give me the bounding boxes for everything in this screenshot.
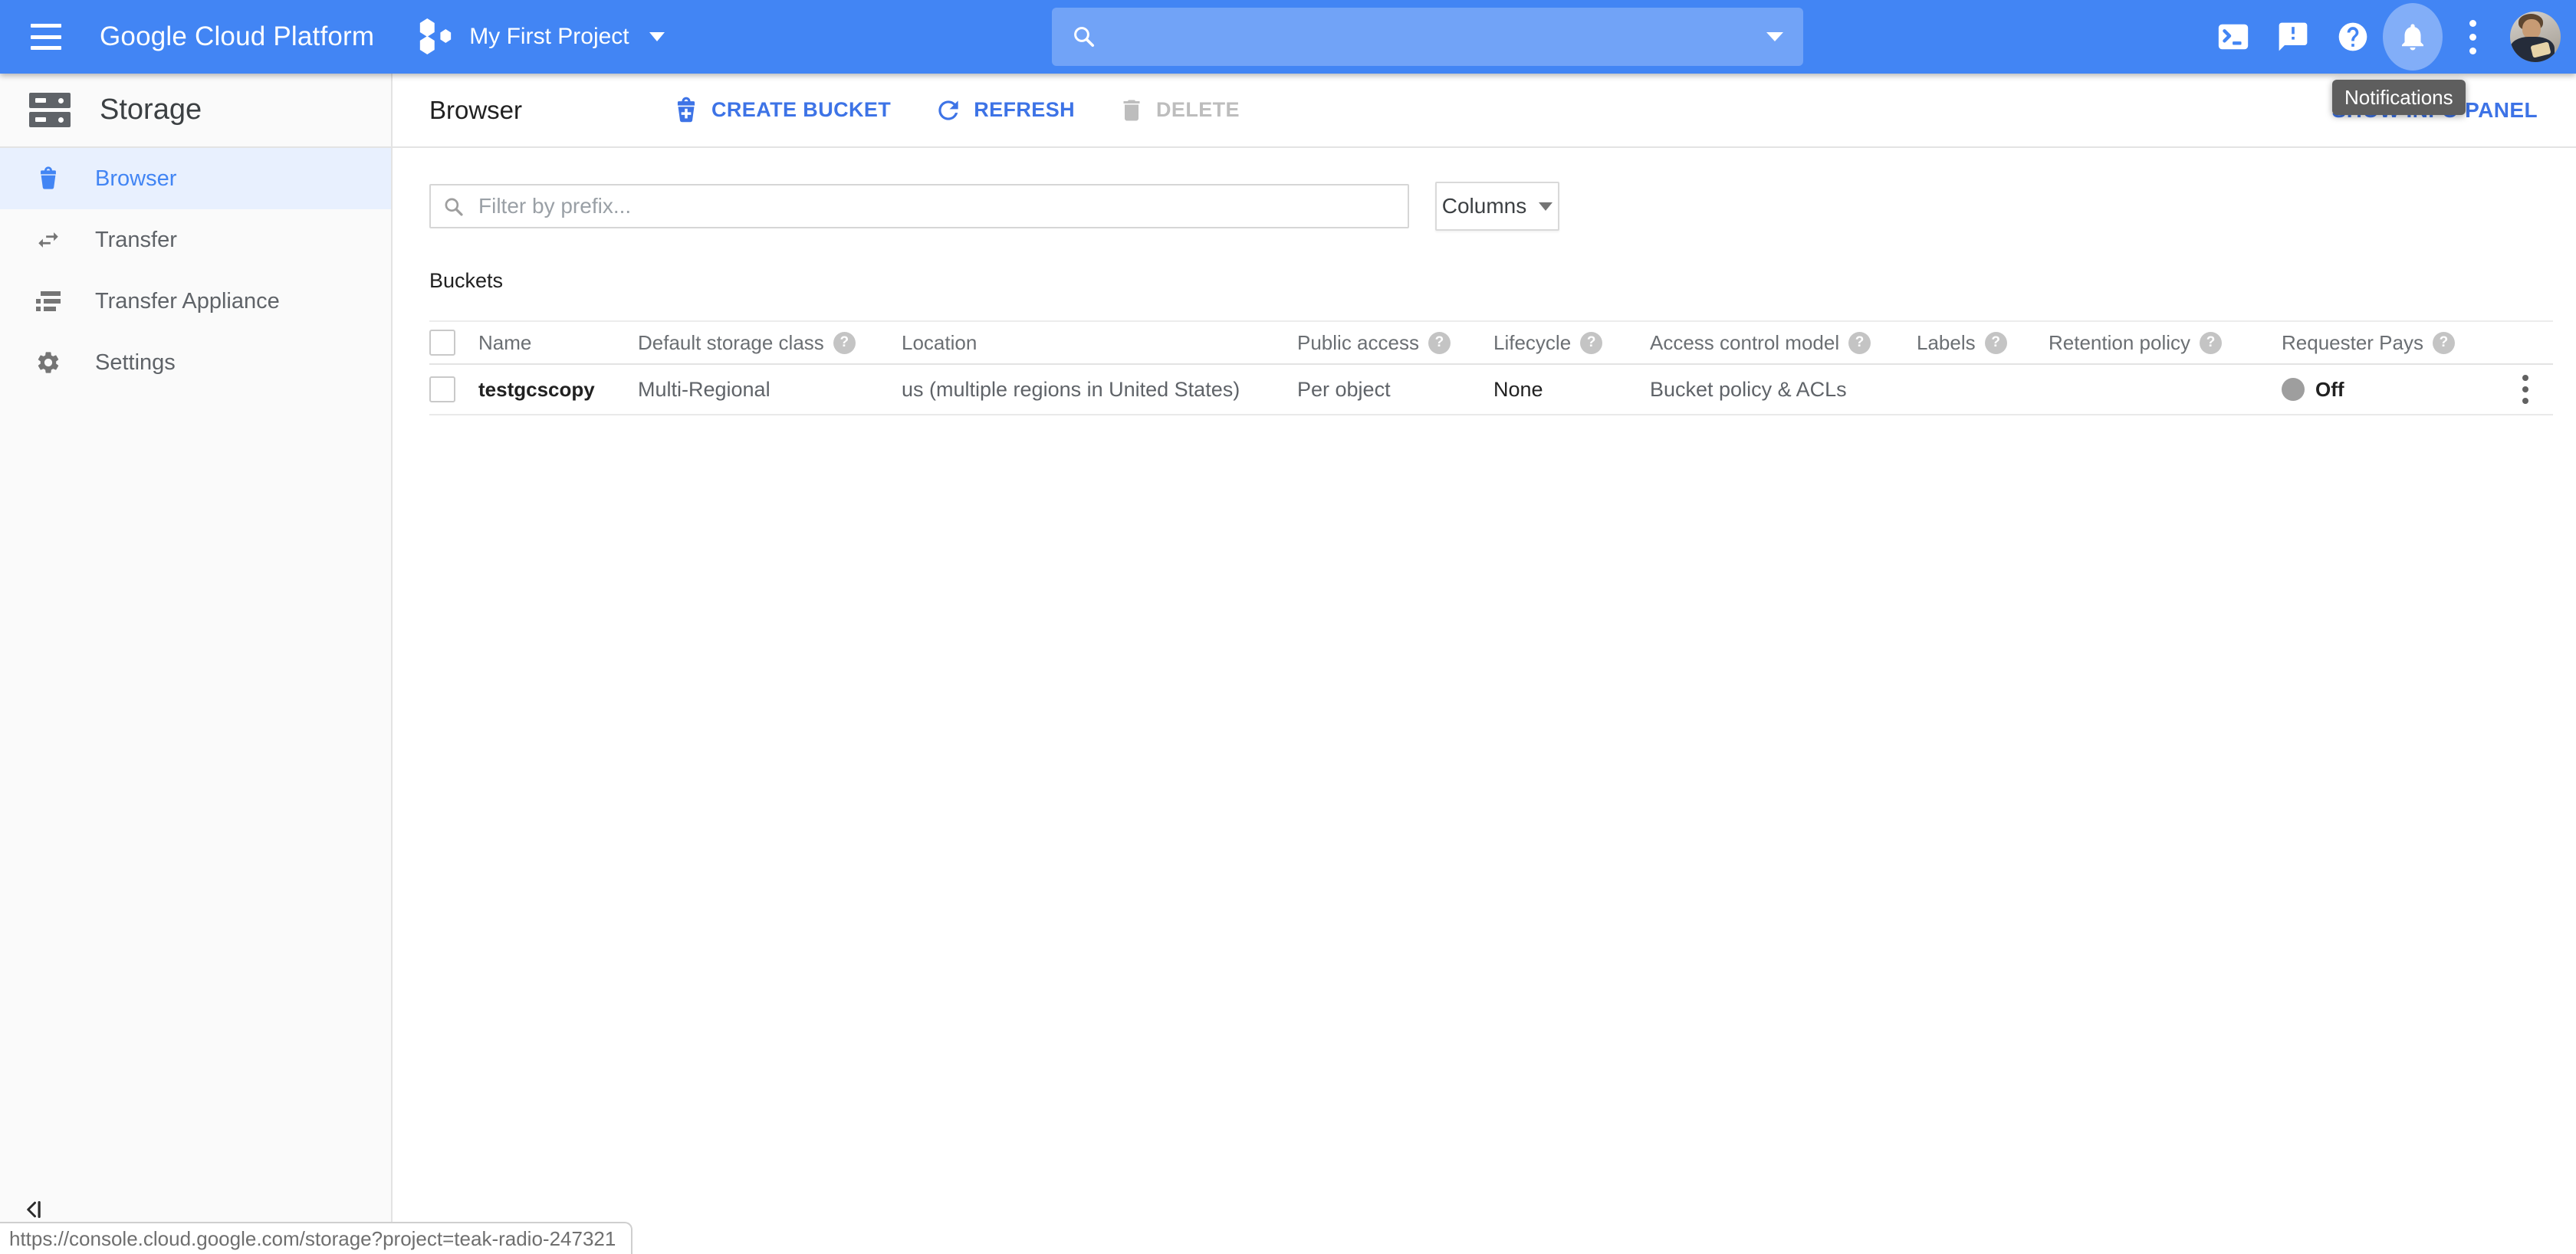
- search-icon: [1070, 23, 1098, 51]
- create-bucket-icon: [672, 96, 701, 125]
- refresh-label: REFRESH: [974, 98, 1075, 122]
- delete-label: DELETE: [1156, 98, 1240, 122]
- collapse-sidebar-button[interactable]: [21, 1198, 44, 1225]
- filter-row: Columns: [429, 182, 2553, 231]
- collapse-chevron-icon: [21, 1198, 44, 1221]
- feedback-button[interactable]: [2263, 0, 2323, 74]
- sidebar-item-label: Transfer: [95, 228, 177, 253]
- chevron-down-icon: [649, 32, 665, 41]
- cell-location: us (multiple regions in United States): [902, 378, 1297, 402]
- col-header-requester-pays[interactable]: Requester Pays?: [2282, 331, 2487, 355]
- help-icon[interactable]: ?: [1848, 332, 1871, 354]
- refresh-button[interactable]: REFRESH: [912, 74, 1096, 147]
- col-header-name[interactable]: Name: [478, 331, 638, 355]
- col-header-access-control-model[interactable]: Access control model?: [1650, 331, 1917, 355]
- storage-product-icon: [29, 93, 71, 127]
- select-all-checkbox[interactable]: [429, 330, 455, 356]
- col-header-public-access[interactable]: Public access?: [1297, 331, 1493, 355]
- sidebar-item-settings[interactable]: Settings: [0, 332, 391, 393]
- sidebar-item-browser[interactable]: Browser: [0, 148, 391, 209]
- buckets-section-label: Buckets: [429, 269, 2553, 293]
- notifications-hover-halo: [2383, 3, 2443, 71]
- help-icon[interactable]: ?: [2200, 332, 2222, 354]
- help-button[interactable]: [2323, 0, 2383, 74]
- sidebar-item-label: Transfer Appliance: [95, 289, 280, 314]
- gear-icon: [35, 350, 61, 376]
- help-icon[interactable]: ?: [1428, 332, 1451, 354]
- buckets-table: Name Default storage class? Location Pub…: [429, 320, 2553, 415]
- cell-lifecycle: None: [1493, 378, 1650, 402]
- main-content: Columns Buckets Name Default storage cla…: [394, 148, 2576, 1254]
- product-title: Storage: [100, 94, 202, 126]
- bucket-name-link[interactable]: testgcscopy: [478, 378, 595, 402]
- col-header-retention-policy[interactable]: Retention policy?: [2049, 331, 2282, 355]
- bucket-icon: [35, 166, 61, 192]
- notifications-button[interactable]: [2383, 0, 2443, 74]
- sidebar-item-label: Settings: [95, 350, 176, 376]
- appliance-icon: [35, 288, 61, 314]
- cell-default-storage-class: Multi-Regional: [638, 378, 902, 402]
- filter-by-prefix-input[interactable]: [429, 184, 1409, 228]
- project-name: My First Project: [469, 24, 629, 50]
- cell-requester-pays: Off: [2282, 378, 2487, 402]
- cell-access-control-model: Bucket policy & ACLs: [1650, 378, 1917, 402]
- cell-public-access: Per object: [1297, 378, 1493, 402]
- row-checkbox[interactable]: [429, 376, 455, 402]
- more-options-button[interactable]: [2443, 0, 2502, 74]
- sub-header: Storage Browser CREATE BUCKET: [0, 74, 2576, 148]
- col-header-lifecycle[interactable]: Lifecycle?: [1493, 331, 1650, 355]
- gcp-console: Google Cloud Platform My First Project: [0, 0, 2576, 1254]
- help-icon[interactable]: ?: [2433, 332, 2455, 354]
- page-header: Browser CREATE BUCKET REFRESH: [393, 74, 2576, 148]
- sidebar-item-transfer-appliance[interactable]: Transfer Appliance: [0, 271, 391, 332]
- table-row: testgcscopy Multi-Regional us (multiple …: [429, 365, 2553, 415]
- create-bucket-label: CREATE BUCKET: [711, 98, 891, 122]
- filter-field-wrap: [429, 184, 1409, 228]
- hamburger-menu-icon[interactable]: [31, 24, 64, 50]
- columns-label: Columns: [1442, 194, 1526, 218]
- help-icon[interactable]: ?: [1985, 332, 2007, 354]
- product-header: Storage: [0, 74, 393, 148]
- bell-icon: [2397, 21, 2429, 53]
- col-header-location[interactable]: Location: [902, 331, 1297, 355]
- sidebar: Browser Transfer Transfer Appliance: [0, 148, 393, 1254]
- kebab-icon: [2469, 20, 2476, 54]
- swap-arrows-icon: [35, 227, 61, 253]
- delete-icon: [1118, 97, 1145, 124]
- app-bar-actions: [2203, 0, 2568, 74]
- cloud-shell-icon: [2216, 19, 2251, 54]
- project-icon: [419, 18, 454, 55]
- refresh-icon: [934, 96, 963, 125]
- filter-search-icon: [442, 195, 466, 219]
- browser-status-bar: https://console.cloud.google.com/storage…: [0, 1222, 632, 1254]
- help-icon: [2336, 20, 2370, 54]
- search-input[interactable]: [1052, 8, 1803, 66]
- gcp-logo[interactable]: Google Cloud Platform: [100, 21, 374, 52]
- col-header-labels[interactable]: Labels?: [1917, 331, 2049, 355]
- create-bucket-button[interactable]: CREATE BUCKET: [650, 74, 912, 147]
- requester-pays-value: Off: [2315, 378, 2344, 402]
- table-header-row: Name Default storage class? Location Pub…: [429, 320, 2553, 365]
- app-bar: Google Cloud Platform My First Project: [0, 0, 2576, 74]
- delete-button[interactable]: DELETE: [1096, 74, 1261, 147]
- project-switcher[interactable]: My First Project: [419, 18, 664, 55]
- user-avatar: [2510, 11, 2561, 62]
- feedback-icon: [2276, 20, 2310, 54]
- account-button[interactable]: [2502, 0, 2568, 74]
- col-header-default-storage-class[interactable]: Default storage class?: [638, 331, 902, 355]
- help-icon[interactable]: ?: [1580, 332, 1602, 354]
- search-dropdown-icon[interactable]: [1766, 32, 1783, 41]
- page-title: Browser: [429, 96, 650, 125]
- columns-button[interactable]: Columns: [1435, 182, 1559, 231]
- requester-pays-off-dot: [2282, 378, 2305, 401]
- help-icon[interactable]: ?: [833, 332, 856, 354]
- chevron-down-icon: [1539, 202, 1552, 211]
- row-actions-kebab-icon[interactable]: [2518, 370, 2533, 409]
- sidebar-item-label: Browser: [95, 166, 176, 192]
- notifications-tooltip: Notifications: [2332, 80, 2466, 115]
- sidebar-item-transfer[interactable]: Transfer: [0, 209, 391, 271]
- header-actions: CREATE BUCKET REFRESH DELETE: [650, 74, 1261, 147]
- cloud-shell-button[interactable]: [2203, 0, 2263, 74]
